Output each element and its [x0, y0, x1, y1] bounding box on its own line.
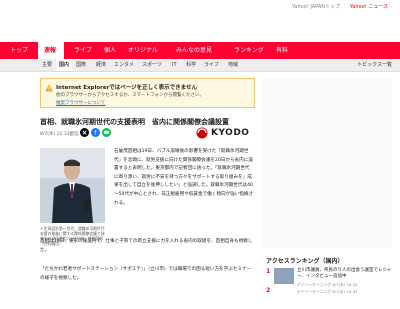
tab-sports[interactable]: スポーツ: [142, 59, 168, 71]
header-spacer: [0, 14, 400, 42]
ranking-number: 2: [266, 287, 271, 294]
article-photo: [40, 148, 105, 223]
nav-item-breaking[interactable]: 速報: [38, 42, 64, 59]
line-share-icon[interactable]: [102, 128, 111, 137]
nav-item-top[interactable]: トップ: [4, 42, 36, 59]
article-body-paragraph-1: 石破茂首相は19日、バブル崩壊後の影響を受けた「就職氷河期世代」を念頭に、就労支…: [114, 149, 254, 206]
svg-text:f: f: [94, 130, 97, 137]
nav-item-ranking[interactable]: ランキング: [230, 42, 272, 59]
global-nav: トップ 速報 ライブ 個人 オリジナル みんなの意見 ランキング 有料: [0, 42, 400, 98]
notice-text: 他のブラウザーからアクセスするか、スマートフォンから閲覧ください。: [56, 93, 205, 98]
kyodo-mark-icon: [196, 127, 208, 139]
article-meta: 8/7(水) 11:33配信: [40, 132, 79, 137]
tab-science[interactable]: 科学: [186, 59, 200, 71]
top-strip: Yahoo! JAPANトップ Yahoo! ニュース: [0, 0, 400, 14]
ranking-title: アクセスランキング（国内）: [266, 258, 344, 265]
ranking-item[interactable]: 2 デイリーモーニング 8/7(水) 15:43: [266, 287, 392, 309]
facebook-share-icon[interactable]: f: [91, 128, 100, 137]
ad-space: [262, 78, 392, 248]
ranking-item-meta: デイリーモーニング 8/7(水) 15:43: [297, 289, 358, 294]
tab-main[interactable]: 主要: [40, 59, 54, 71]
topics-list-link[interactable]: トピックス一覧: [357, 59, 392, 71]
nav-item-paid[interactable]: 有料: [272, 42, 296, 59]
article-body-paragraph-2: 首相は19日、東京の施設内で、仕事と子育ての両立支援に力を入れる省内の取組を、首…: [40, 239, 253, 253]
notice-title: Internet Explorerではページを正しく表示できません: [56, 85, 198, 91]
recommended-browsers-link[interactable]: 推奨ブラウザーについて: [56, 100, 105, 106]
article-body-paragraph-3: 「たちかわ若者サポートステーション（サポステ）」（立川市）では職場での困る短い方…: [40, 267, 252, 281]
x-share-icon[interactable]: [80, 128, 89, 137]
kyodo-logo-text: KYODO: [211, 128, 250, 138]
browser-notice: Internet Explorerではページを正しく表示できません 他のブラウザ…: [40, 78, 255, 108]
yahoo-top-link[interactable]: Yahoo! JAPANトップ: [292, 3, 340, 10]
tab-entertainment[interactable]: エンタメ: [114, 59, 140, 71]
tab-life[interactable]: ライフ: [204, 59, 224, 71]
warning-icon: [45, 84, 53, 92]
tab-international[interactable]: 国際: [76, 59, 92, 71]
nav-item-original[interactable]: オリジナル: [124, 42, 172, 59]
tab-it[interactable]: IT: [172, 59, 182, 71]
nav-item-individual[interactable]: 個人: [98, 42, 124, 59]
ranking-number: 1: [266, 268, 271, 275]
article-photo-image: [40, 148, 105, 223]
nav-item-opinions[interactable]: みんなの意見: [172, 42, 230, 59]
tab-region[interactable]: 地域: [228, 59, 244, 71]
brand-link[interactable]: Yahoo! ニュース: [350, 3, 388, 10]
tab-domestic[interactable]: 国内: [56, 59, 72, 71]
tab-economy[interactable]: 経済: [96, 59, 112, 71]
nav-item-live[interactable]: ライブ: [68, 42, 100, 59]
article-headline: 首相、就職氷河期世代の支援表明 省内に関係閣僚会議設置: [40, 118, 229, 126]
ranking-thumbnail: [274, 268, 294, 284]
category-nav: 主要 国内 国際 経済 エンタメ スポーツ IT 科学 ライフ 地域 トピックス…: [0, 59, 400, 72]
ranking-item-title: 立川市議員、県民のり人の出会う議室でレジャー、インタビュー追加中: [297, 268, 392, 279]
